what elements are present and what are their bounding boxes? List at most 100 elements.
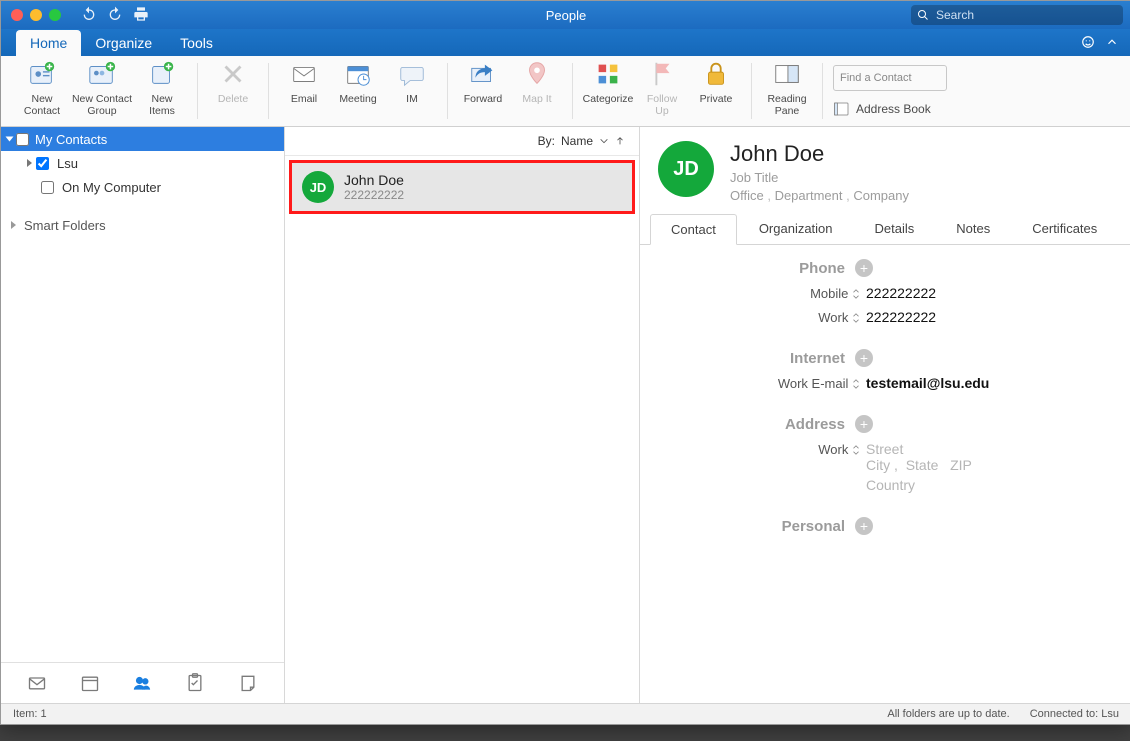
undo-icon[interactable] bbox=[81, 6, 97, 25]
work-phone-value[interactable]: 222222222 bbox=[866, 309, 1111, 325]
work-email-value[interactable]: testemail@lsu.edu bbox=[866, 375, 1111, 391]
nav-mail[interactable] bbox=[25, 671, 49, 695]
sort-asc-icon[interactable] bbox=[615, 136, 625, 146]
section-internet: Internet+ Work E-mail testemail@lsu.edu bbox=[660, 349, 1111, 391]
add-internet-button[interactable]: + bbox=[855, 349, 873, 367]
country-value[interactable]: Country bbox=[866, 477, 1111, 493]
sidebar-my-contacts[interactable]: My Contacts bbox=[1, 127, 284, 151]
detail-job-title[interactable]: Job Title bbox=[730, 170, 909, 185]
new-contact-group-icon bbox=[84, 56, 120, 92]
sidebar-item-lsu[interactable]: Lsu bbox=[1, 151, 284, 175]
follow-up-button[interactable]: Follow Up bbox=[635, 56, 689, 118]
quick-access-toolbar bbox=[81, 6, 149, 25]
map-it-button[interactable]: Map It bbox=[510, 56, 564, 118]
search-icon bbox=[917, 9, 929, 21]
forward-icon bbox=[465, 56, 501, 92]
im-button[interactable]: IM bbox=[385, 56, 439, 118]
private-button[interactable]: Private bbox=[689, 56, 743, 118]
forward-button[interactable]: Forward bbox=[456, 56, 510, 118]
ribbon-tabs: Home Organize Tools bbox=[1, 29, 1130, 56]
new-contact-button[interactable]: New Contact bbox=[15, 56, 69, 118]
detail-tabs: Contact Organization Details Notes Certi… bbox=[640, 213, 1130, 245]
titlebar: People bbox=[1, 1, 1130, 29]
categorize-icon bbox=[590, 56, 626, 92]
nav-tasks[interactable] bbox=[183, 671, 207, 695]
flag-icon bbox=[644, 56, 680, 92]
sidebar-smart-folders[interactable]: Smart Folders bbox=[1, 213, 284, 237]
sort-header[interactable]: By: Name bbox=[285, 127, 639, 156]
delete-button[interactable]: Delete bbox=[206, 56, 260, 118]
meeting-icon bbox=[340, 56, 376, 92]
detail-tab-details[interactable]: Details bbox=[855, 214, 935, 245]
chevron-down-icon bbox=[599, 136, 609, 146]
tab-home[interactable]: Home bbox=[16, 30, 81, 56]
content-body: My Contacts Lsu On My Computer Smart Fol… bbox=[1, 127, 1130, 703]
mobile-value[interactable]: 222222222 bbox=[866, 285, 1111, 301]
chevron-down-icon bbox=[6, 137, 14, 142]
search-input[interactable] bbox=[934, 7, 1117, 23]
new-contact-group-button[interactable]: New Contact Group bbox=[69, 56, 135, 118]
account-smiley-icon[interactable] bbox=[1081, 35, 1095, 52]
chevron-right-icon bbox=[27, 159, 32, 167]
find-contact-input[interactable]: Find a Contact bbox=[833, 65, 947, 91]
add-personal-button[interactable]: + bbox=[855, 517, 873, 535]
status-bar: Item: 1 All folders are up to date. Conn… bbox=[1, 703, 1130, 724]
add-phone-button[interactable]: + bbox=[855, 259, 873, 277]
city-state-zip[interactable]: City , State ZIP bbox=[866, 457, 1111, 473]
section-personal: Personal+ bbox=[660, 517, 1111, 535]
work-phone-label[interactable]: Work bbox=[660, 310, 866, 325]
add-address-button[interactable]: + bbox=[855, 415, 873, 433]
meeting-button[interactable]: Meeting bbox=[331, 56, 385, 118]
detail-org-line: Office , Department , Company bbox=[730, 188, 909, 203]
chevron-right-icon bbox=[11, 221, 16, 229]
close-window-button[interactable] bbox=[11, 9, 23, 21]
minimize-window-button[interactable] bbox=[30, 9, 42, 21]
reading-pane-button[interactable]: Reading Pane bbox=[760, 56, 814, 118]
section-phone: Phone+ Mobile 222222222 Work 222222222 bbox=[660, 259, 1111, 325]
zoom-window-button[interactable] bbox=[49, 9, 61, 21]
email-button[interactable]: Email bbox=[277, 56, 331, 118]
new-items-button[interactable]: New Items bbox=[135, 56, 189, 118]
im-icon bbox=[394, 56, 430, 92]
tab-tools[interactable]: Tools bbox=[166, 30, 227, 56]
nav-people[interactable] bbox=[130, 671, 154, 695]
detail-tab-notes[interactable]: Notes bbox=[936, 214, 1010, 245]
nav-calendar[interactable] bbox=[78, 671, 102, 695]
collapse-ribbon-icon[interactable] bbox=[1105, 35, 1119, 52]
address-type-label[interactable]: Work bbox=[660, 442, 866, 457]
contact-list: By: Name JD John Doe 222222222 bbox=[285, 127, 640, 703]
lsu-checkbox[interactable] bbox=[36, 157, 49, 170]
traffic-lights bbox=[1, 9, 61, 21]
contact-name: John Doe bbox=[344, 172, 404, 188]
detail-tab-contact[interactable]: Contact bbox=[650, 214, 737, 245]
on-my-computer-checkbox[interactable] bbox=[41, 181, 54, 194]
detail-avatar: JD bbox=[658, 141, 714, 197]
tab-organize[interactable]: Organize bbox=[81, 30, 166, 56]
nav-notes[interactable] bbox=[236, 671, 260, 695]
detail-tab-certificates[interactable]: Certificates bbox=[1012, 214, 1117, 245]
nav-dock bbox=[1, 662, 284, 703]
my-contacts-checkbox[interactable] bbox=[16, 133, 29, 146]
global-search[interactable] bbox=[911, 5, 1123, 25]
redo-icon[interactable] bbox=[107, 6, 123, 25]
folder-sidebar: My Contacts Lsu On My Computer Smart Fol… bbox=[1, 127, 285, 703]
status-sync: All folders are up to date. bbox=[887, 708, 1009, 720]
mobile-label[interactable]: Mobile bbox=[660, 286, 866, 301]
detail-tab-organization[interactable]: Organization bbox=[739, 214, 853, 245]
sidebar-item-on-my-computer[interactable]: On My Computer bbox=[1, 175, 284, 199]
contact-detail: JD John Doe Job Title Office , Departmen… bbox=[640, 127, 1130, 703]
street-value[interactable]: Street bbox=[866, 441, 1111, 457]
ribbon: New Contact New Contact Group New Items … bbox=[1, 56, 1130, 127]
contact-list-item[interactable]: JD John Doe 222222222 bbox=[289, 160, 635, 214]
work-email-label[interactable]: Work E-mail bbox=[660, 376, 866, 391]
address-book-icon bbox=[833, 101, 851, 117]
avatar: JD bbox=[302, 171, 334, 203]
categorize-button[interactable]: Categorize bbox=[581, 56, 635, 118]
status-connection: Connected to: Lsu bbox=[1030, 708, 1119, 720]
detail-name[interactable]: John Doe bbox=[730, 141, 909, 167]
outlook-people-window: People Home Organize Tools New Contact N… bbox=[0, 0, 1130, 725]
lock-icon bbox=[698, 56, 734, 92]
delete-icon bbox=[215, 56, 251, 92]
print-icon[interactable] bbox=[133, 6, 149, 25]
address-book-button[interactable]: Address Book bbox=[833, 101, 947, 117]
